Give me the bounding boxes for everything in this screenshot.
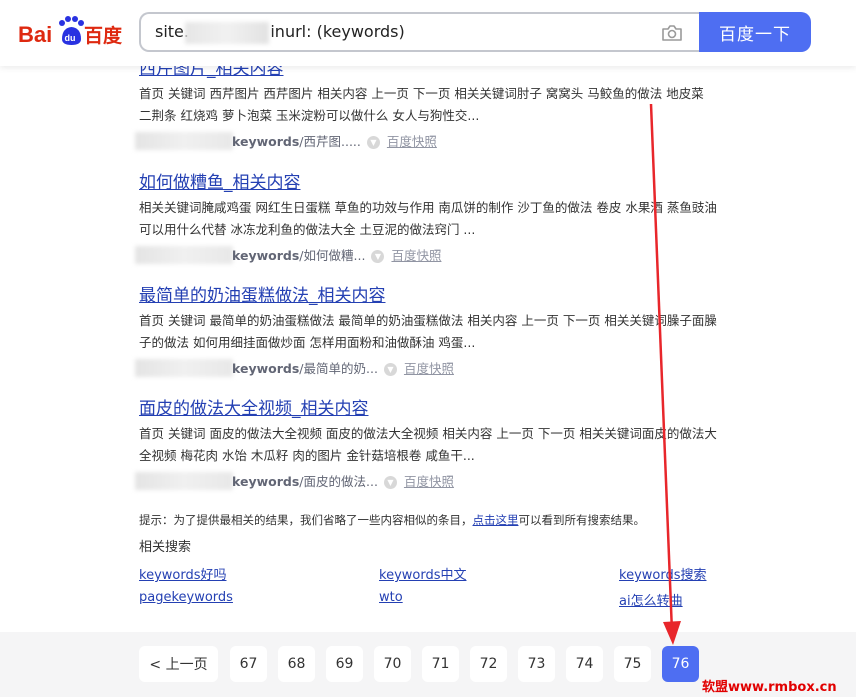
search-input[interactable]: site. , inurl: (keywords) xyxy=(139,12,700,52)
redacted-site xyxy=(185,22,269,44)
result-title[interactable]: 最简单的奶油蛋糕做法_相关内容 xyxy=(139,281,719,306)
page-button[interactable]: 75 xyxy=(614,646,651,682)
related-link[interactable]: keywords搜索 xyxy=(619,564,706,583)
related-link[interactable]: keywords好吗 xyxy=(139,564,226,583)
url-keyword[interactable]: keywords xyxy=(232,474,299,489)
cache-link[interactable]: 百度快照 xyxy=(404,474,454,489)
related-link[interactable]: keywords中文 xyxy=(379,564,466,583)
page-button[interactable]: 74 xyxy=(566,646,603,682)
result-item: 西芹图片_相关内容 首页 关键词 西芹图片 西芹图片 相关内容 上一页 下一页 … xyxy=(135,66,719,151)
dropdown-arrow-icon[interactable]: ▼ xyxy=(383,476,397,489)
results-area: 西芹图片_相关内容 首页 关键词 西芹图片 西芹图片 相关内容 上一页 下一页 … xyxy=(0,66,856,632)
page-button[interactable]: 71 xyxy=(422,646,459,682)
result-source: keywords/西芹图..... ▼ 百度快照 xyxy=(135,129,719,151)
current-page-button[interactable]: 76 xyxy=(662,646,699,682)
url-keyword[interactable]: keywords xyxy=(232,361,299,376)
camera-icon[interactable] xyxy=(661,24,683,42)
page-button[interactable]: 69 xyxy=(326,646,363,682)
page-button[interactable]: 67 xyxy=(230,646,267,682)
dropdown-arrow-icon[interactable]: ▼ xyxy=(371,250,385,263)
search-button[interactable]: 百度一下 xyxy=(699,12,811,52)
result-desc: 相关关键词腌咸鸡蛋 网红生日蛋糕 草鱼的功效与作用 南瓜饼的制作 沙丁鱼的做法 … xyxy=(139,200,717,237)
cache-link[interactable]: 百度快照 xyxy=(404,361,454,376)
redacted-domain xyxy=(135,246,233,264)
url-path[interactable]: /西芹图..... xyxy=(299,134,361,149)
prev-page-button[interactable]: < 上一页 xyxy=(139,646,218,682)
svg-text:百度: 百度 xyxy=(84,24,122,47)
omitted-results-tip: 提示：为了提供最相关的结果，我们省略了一些内容相似的条目，点击这里可以看到所有搜… xyxy=(139,513,645,527)
redacted-domain xyxy=(135,472,233,490)
result-title[interactable]: 面皮的做法大全视频_相关内容 xyxy=(139,394,719,419)
page-button[interactable]: 72 xyxy=(470,646,507,682)
url-keyword[interactable]: keywords xyxy=(232,134,299,149)
related-link[interactable]: wto xyxy=(379,590,403,605)
result-title[interactable]: 西芹图片_相关内容 xyxy=(139,66,719,79)
cache-link[interactable]: 百度快照 xyxy=(391,248,441,263)
cache-link[interactable]: 百度快照 xyxy=(387,134,437,149)
url-path[interactable]: /最简单的奶... xyxy=(299,361,378,376)
result-desc: 首页 关键词 西芹图片 西芹图片 相关内容 上一页 下一页 相关关键词肘子 窝窝… xyxy=(139,86,704,123)
result-source: keywords/面皮的做法... ▼ 百度快照 xyxy=(135,469,719,491)
result-item: 最简单的奶油蛋糕做法_相关内容 首页 关键词 最简单的奶油蛋糕做法 最简单的奶油… xyxy=(135,281,719,378)
related-link[interactable]: ai怎么转曲 xyxy=(619,590,683,609)
dropdown-arrow-icon[interactable]: ▼ xyxy=(383,363,397,376)
show-all-link[interactable]: 点击这里 xyxy=(473,513,519,527)
page-button[interactable]: 70 xyxy=(374,646,411,682)
related-link[interactable]: pagekeywords xyxy=(139,590,233,605)
page-button[interactable]: 68 xyxy=(278,646,315,682)
svg-text:du: du xyxy=(65,33,76,43)
related-search-title: 相关搜索 xyxy=(139,540,192,555)
result-source: keywords/最简单的奶... ▼ 百度快照 xyxy=(135,356,719,378)
url-path[interactable]: /如何做糟... xyxy=(299,248,365,263)
url-path[interactable]: /面皮的做法... xyxy=(299,474,378,489)
url-keyword[interactable]: keywords xyxy=(232,248,299,263)
result-item: 如何做糟鱼_相关内容 相关关键词腌咸鸡蛋 网红生日蛋糕 草鱼的功效与作用 南瓜饼… xyxy=(135,168,719,265)
result-source: keywords/如何做糟... ▼ 百度快照 xyxy=(135,243,719,265)
result-title[interactable]: 如何做糟鱼_相关内容 xyxy=(139,168,719,193)
dropdown-arrow-icon[interactable]: ▼ xyxy=(366,136,380,149)
redacted-domain xyxy=(135,359,233,377)
svg-text:Bai: Bai xyxy=(18,22,52,47)
result-item: 面皮的做法大全视频_相关内容 首页 关键词 面皮的做法大全视频 面皮的做法大全视… xyxy=(135,394,719,491)
watermark: 软盟www.rmbox.cn xyxy=(702,680,837,695)
result-desc: 首页 关键词 最简单的奶油蛋糕做法 最简单的奶油蛋糕做法 相关内容 上一页 下一… xyxy=(139,313,717,350)
page-button[interactable]: 73 xyxy=(518,646,555,682)
result-desc: 首页 关键词 面皮的做法大全视频 面皮的做法大全视频 相关内容 上一页 下一页 … xyxy=(139,426,717,463)
redacted-domain xyxy=(135,132,233,150)
baidu-logo[interactable]: Bai du 百度 xyxy=(18,14,122,50)
header: Bai du 百度 site. , inurl: (keywords) 百度一下 xyxy=(0,0,856,66)
